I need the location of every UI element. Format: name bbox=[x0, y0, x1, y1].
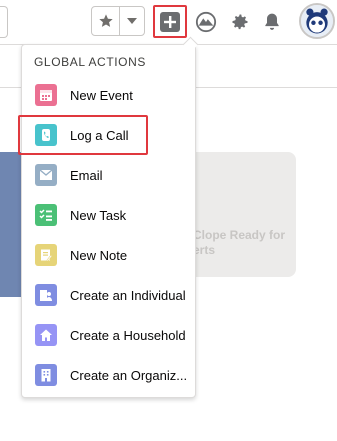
star-icon bbox=[98, 14, 113, 27]
task-icon bbox=[35, 204, 57, 226]
note-icon bbox=[35, 244, 57, 266]
background-card bbox=[180, 152, 296, 277]
chevron-down-icon bbox=[127, 18, 137, 24]
organization-icon bbox=[35, 364, 57, 386]
menu-item-label: New Event bbox=[70, 87, 133, 103]
menu-item-label: Email bbox=[70, 167, 103, 183]
favorites-group bbox=[91, 6, 145, 36]
menu-item-new-task[interactable]: New Task bbox=[22, 197, 197, 233]
menu-item-create-household[interactable]: Create a Household bbox=[22, 317, 197, 353]
trailhead-icon bbox=[195, 11, 217, 33]
menu-item-label: Create a Household bbox=[70, 327, 186, 343]
add-icon bbox=[160, 11, 180, 32]
background-card-text: Clope Ready for erts bbox=[193, 228, 286, 257]
calendar-icon bbox=[35, 84, 57, 106]
menu-item-create-organization[interactable]: Create an Organiz... bbox=[22, 357, 197, 393]
favorites-button[interactable] bbox=[92, 7, 120, 35]
notifications-button[interactable] bbox=[261, 11, 283, 33]
favorites-list-button[interactable] bbox=[120, 7, 144, 35]
menu-item-new-event[interactable]: New Event bbox=[22, 77, 197, 113]
trailhead-button[interactable] bbox=[194, 10, 218, 34]
menu-item-label: New Note bbox=[70, 247, 128, 263]
menu-item-new-note[interactable]: New Note bbox=[22, 237, 197, 273]
global-actions-menu: GLOBAL ACTIONS New Event Log a Call Emai… bbox=[21, 36, 199, 398]
search-box-edge[interactable] bbox=[0, 6, 8, 38]
avatar[interactable] bbox=[299, 3, 335, 39]
gear-icon bbox=[232, 14, 248, 30]
setup-button[interactable] bbox=[229, 11, 251, 33]
menu-item-create-individual[interactable]: Create an Individual bbox=[22, 277, 197, 313]
household-icon bbox=[35, 324, 57, 346]
log-a-call-highlight bbox=[18, 115, 148, 155]
global-actions-button[interactable] bbox=[153, 5, 187, 38]
menu-item-label: Create an Individual bbox=[70, 287, 186, 303]
menu-item-email[interactable]: Email bbox=[22, 157, 197, 193]
email-icon bbox=[35, 164, 57, 186]
menu-item-label: New Task bbox=[70, 207, 127, 223]
global-header bbox=[0, 0, 337, 45]
individual-icon bbox=[35, 284, 57, 306]
menu-heading: GLOBAL ACTIONS bbox=[34, 55, 146, 69]
menu-item-label: Create an Organiz... bbox=[70, 367, 188, 383]
bell-icon bbox=[265, 13, 279, 30]
